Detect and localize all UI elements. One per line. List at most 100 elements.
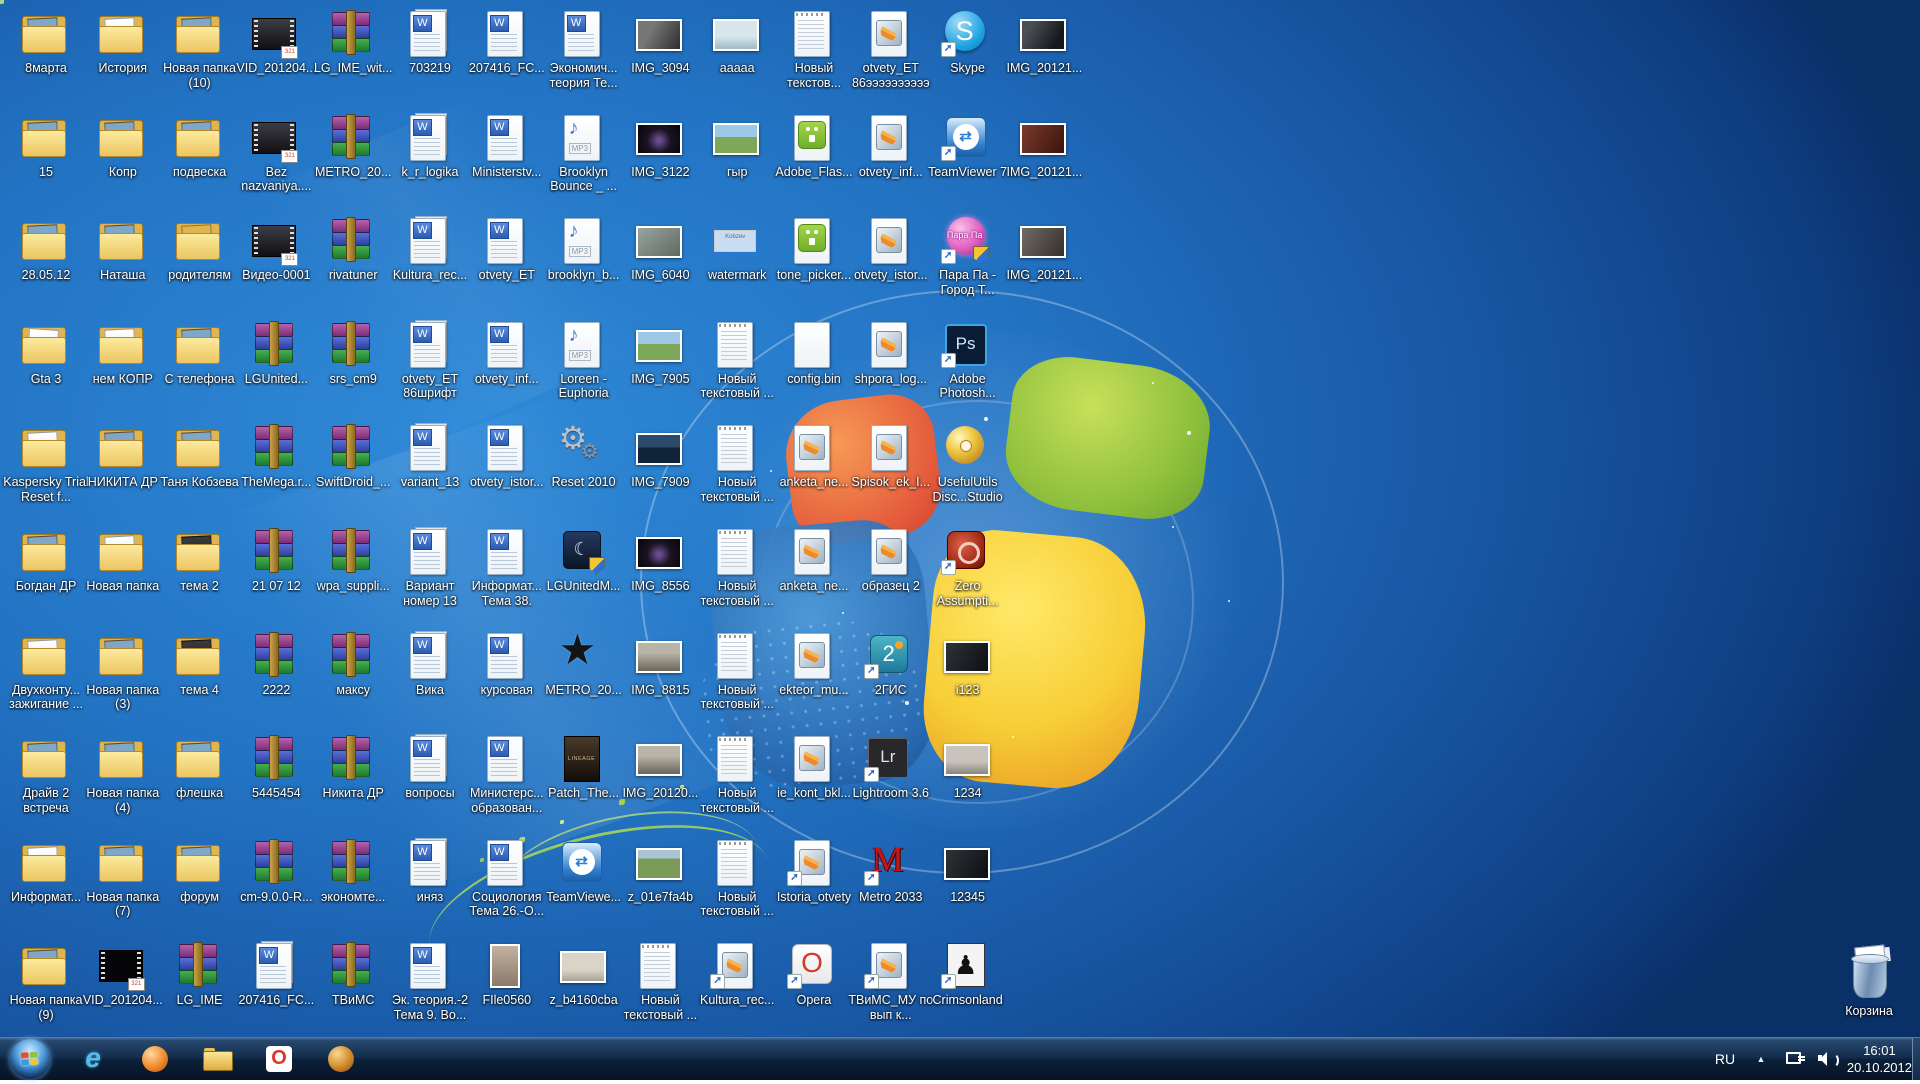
desktop-icon[interactable]: ☾LGUnitedM... xyxy=(540,525,622,594)
clock[interactable]: 16:01 20.10.2012 xyxy=(1847,1038,1912,1084)
desktop-icon[interactable]: подвеска xyxy=(156,111,238,180)
desktop-icon[interactable]: Богдан ДР xyxy=(2,525,84,594)
desktop-icon[interactable]: otvety_ET 86ээээээээээ xyxy=(847,7,929,90)
desktop-icon[interactable]: Новый текстовый ... xyxy=(693,629,775,712)
desktop-icon[interactable]: 321Видео-0001 xyxy=(232,214,314,283)
desktop-icon[interactable]: 321Bez nazvaniya.... xyxy=(232,111,314,194)
desktop-icon[interactable]: W703219 xyxy=(386,7,468,76)
desktop-icon[interactable]: LG_IME_wit... xyxy=(309,7,391,76)
desktop-icon[interactable]: ♪MP3brooklyn_b... xyxy=(540,214,622,283)
desktop-icon[interactable]: 2222 xyxy=(232,629,314,698)
desktop-icon[interactable]: Копр xyxy=(79,111,161,180)
desktop-icon[interactable]: IMG_7909 xyxy=(616,421,698,490)
desktop-icon[interactable]: IMG_3122 xyxy=(616,111,698,180)
desktop-icon[interactable]: shpora_log... xyxy=(847,318,929,387)
desktop-icon[interactable]: aaaaa xyxy=(693,7,775,76)
desktop-icon[interactable]: Ps➚Adobe Photosh... xyxy=(924,318,1006,401)
desktop-icon[interactable]: 12345 xyxy=(924,836,1006,905)
desktop-icon[interactable]: Kaspersky Trial Reset f... xyxy=(2,421,84,504)
desktop-icon[interactable]: Двухконту... зажигание ... xyxy=(2,629,84,712)
desktop-icon[interactable]: WМинистерс... образован... xyxy=(463,732,545,815)
desktop-icon[interactable]: Новый текстовый ... xyxy=(693,732,775,815)
desktop-icon[interactable]: M➚Metro 2033 xyxy=(847,836,929,905)
desktop-icon[interactable]: SwiftDroid_... xyxy=(309,421,391,490)
desktop-icon[interactable]: WЭк. теория.-2 Тема 9. Во... xyxy=(386,939,468,1022)
desktop-icon[interactable]: Информат... xyxy=(2,836,84,905)
taskbar-internet-explorer-icon[interactable]: e xyxy=(76,1043,110,1075)
desktop-icon[interactable]: Wotvety_istor... xyxy=(463,421,545,490)
desktop-icon[interactable]: LINEAGEPatch_The... xyxy=(540,732,622,801)
start-button[interactable] xyxy=(10,1039,50,1079)
desktop-icon[interactable]: 28.05.12 xyxy=(2,214,84,283)
language-indicator[interactable]: RU xyxy=(1708,1038,1742,1080)
desktop-icon[interactable]: Пара Па➚Пара Па - Город Т... xyxy=(924,214,1006,297)
desktop-icon[interactable]: Таня Кобзева xyxy=(156,421,238,490)
desktop-icon[interactable]: форум xyxy=(156,836,238,905)
desktop-icon[interactable]: WВика xyxy=(386,629,468,698)
desktop-icon[interactable]: Новая папка (9) xyxy=(2,939,84,1022)
desktop-icon[interactable]: Lr➚Lightroom 3.6 xyxy=(847,732,929,801)
desktop-icon[interactable]: IMG_8556 xyxy=(616,525,698,594)
desktop-icon[interactable]: С телефона xyxy=(156,318,238,387)
desktop-icon[interactable]: IMG_7905 xyxy=(616,318,698,387)
taskbar-opera-icon[interactable]: O xyxy=(262,1043,296,1075)
desktop-icon[interactable]: ie_kont_bkl... xyxy=(770,732,852,801)
desktop-icon[interactable]: FIle0560 xyxy=(463,939,545,1008)
desktop-icon[interactable]: Wvariant_13 xyxy=(386,421,468,490)
desktop-icon[interactable]: Никита ДР xyxy=(309,732,391,801)
desktop-icon[interactable]: ♪MP3Brooklyn Bounce _ ... xyxy=(540,111,622,194)
desktop-icon[interactable]: 2➚2ГИС xyxy=(847,629,929,698)
desktop-icon[interactable]: тема 2 xyxy=(156,525,238,594)
desktop-icon[interactable]: родителям xyxy=(156,214,238,283)
desktop-icon[interactable]: METRO_20... xyxy=(309,111,391,180)
desktop-icon[interactable]: otvety_inf... xyxy=(847,111,929,180)
desktop-icon[interactable]: 321VID_201204... xyxy=(232,7,314,76)
desktop-icon[interactable]: IMG_8815 xyxy=(616,629,698,698)
desktop-icon[interactable]: Wиняз xyxy=(386,836,468,905)
desktop-icon[interactable]: WMinisterstv... xyxy=(463,111,545,180)
desktop-icon[interactable]: Wotvety_ET xyxy=(463,214,545,283)
desktop-icon[interactable]: tone_picker... xyxy=(770,214,852,283)
desktop-icon[interactable]: экономте... xyxy=(309,836,391,905)
desktop-icon[interactable]: Wotvety_ET 86шрифт xyxy=(386,318,468,401)
desktop-icon[interactable]: 321VID_201204... xyxy=(79,939,161,1008)
desktop-icon[interactable]: Новая папка (7) xyxy=(79,836,161,919)
desktop-icon[interactable]: 1234 xyxy=(924,732,1006,801)
desktop-icon[interactable]: anketa_ne... xyxy=(770,525,852,594)
desktop-icon[interactable]: WСоциология Тема 26.-О... xyxy=(463,836,545,919)
desktop-icon[interactable]: гыр xyxy=(693,111,775,180)
desktop-icon[interactable]: wpa_suppli... xyxy=(309,525,391,594)
desktop-icon[interactable]: Wotvety_inf... xyxy=(463,318,545,387)
desktop-icon[interactable]: UsefulUtils Disc...Studio xyxy=(924,421,1006,504)
recycle-bin[interactable]: Корзина xyxy=(1824,946,1914,1019)
desktop-icon[interactable]: 8марта xyxy=(2,7,84,76)
desktop-icon[interactable]: Новая папка (10) xyxy=(156,7,238,90)
desktop-icon[interactable]: TheMega.r... xyxy=(232,421,314,490)
desktop-icon[interactable]: 15 xyxy=(2,111,84,180)
desktop-icon[interactable]: ➚ТВиМС_МУ по вып к... xyxy=(847,939,929,1022)
desktop-icon[interactable]: TeamViewe... xyxy=(540,836,622,905)
desktop-icon[interactable]: ➚Istoria_otvety xyxy=(770,836,852,905)
desktop-icon[interactable]: otvety_istor... xyxy=(847,214,929,283)
desktop-icon[interactable]: тема 4 xyxy=(156,629,238,698)
desktop-icon[interactable]: IMG_20121... xyxy=(1000,214,1082,283)
desktop-icon[interactable]: ★METRO_20... xyxy=(540,629,622,698)
desktop-icon[interactable]: Новый текстовый ... xyxy=(693,836,775,919)
desktop-icon[interactable]: LG_IME xyxy=(156,939,238,1008)
desktop-icon[interactable]: z_01e7fa4b xyxy=(616,836,698,905)
desktop-icon[interactable]: WЭкономич... теория Те... xyxy=(540,7,622,90)
desktop-icon[interactable]: O➚Opera xyxy=(770,939,852,1008)
desktop-icon[interactable]: 5445454 xyxy=(232,732,314,801)
desktop-icon[interactable]: i123 xyxy=(924,629,1006,698)
desktop-icon[interactable]: Новый текстов... xyxy=(770,7,852,90)
desktop-icon[interactable]: Новый текстовый ... xyxy=(693,421,775,504)
desktop-icon[interactable]: ТВиМС xyxy=(309,939,391,1008)
desktop-icon[interactable]: образец 2 xyxy=(847,525,929,594)
desktop-icon[interactable]: Adobe_Flas... xyxy=(770,111,852,180)
desktop-icon[interactable]: WИнформат... Тема 38. xyxy=(463,525,545,608)
desktop-icon[interactable]: WKultura_rec... xyxy=(386,214,468,283)
desktop-icon[interactable]: IMG_20121... xyxy=(1000,7,1082,76)
desktop-icon[interactable]: IMG_20120... xyxy=(616,732,698,801)
desktop-icon[interactable]: Новая папка xyxy=(79,525,161,594)
desktop-icon[interactable]: Wкурсовая xyxy=(463,629,545,698)
